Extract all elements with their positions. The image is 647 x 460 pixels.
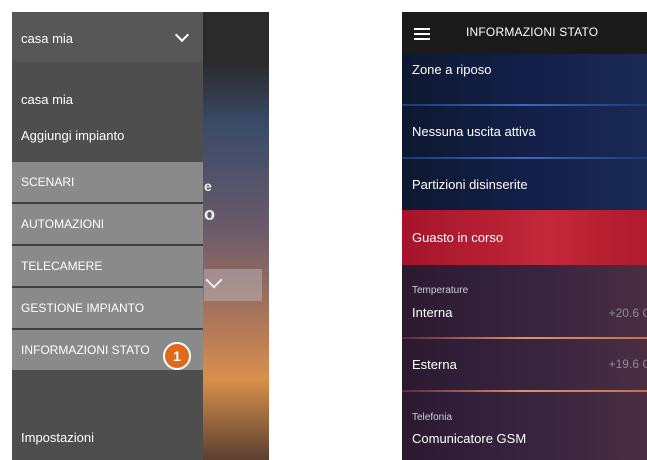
system-selector-label: casa mia xyxy=(21,31,74,46)
left-phone-screen: e o casa mia casa mia Aggiungi impianto … xyxy=(12,12,269,460)
temperature-row-external: Esterna +19.6 C xyxy=(402,339,647,390)
hamburger-menu-icon[interactable] xyxy=(414,28,430,40)
menu-item-scenari[interactable]: SCENARI xyxy=(12,162,203,202)
step-badge: 1 xyxy=(163,342,191,370)
status-row-zones: Zone a riposo xyxy=(402,54,647,104)
temperature-value: +19.6 C xyxy=(608,357,647,371)
background-text-fragment: e xyxy=(204,178,212,194)
status-text: Nessuna uscita attiva xyxy=(412,124,536,139)
temperature-value: +20.6 C xyxy=(608,306,647,320)
right-phone-screen: INFORMAZIONI STATO Zone a riposo Nessuna… xyxy=(402,12,647,460)
status-row-partitions: Partizioni disinserite xyxy=(402,159,647,210)
navigation-drawer: casa mia casa mia Aggiungi impianto SCEN… xyxy=(12,12,203,460)
status-row-outputs: Nessuna uscita attiva xyxy=(402,106,647,157)
system-selector[interactable]: casa mia xyxy=(12,12,203,62)
drawer-item-impostazioni[interactable]: Impostazioni xyxy=(21,430,94,445)
top-bar: INFORMAZIONI STATO xyxy=(402,12,647,54)
telephony-section: Telefonia Comunicatore GSM xyxy=(402,392,647,460)
drawer-item-add-system[interactable]: Aggiungi impianto xyxy=(21,128,124,143)
telephony-item: Comunicatore GSM xyxy=(412,431,527,446)
temperature-name: Esterna xyxy=(412,357,457,372)
temperature-name: Interna xyxy=(412,305,453,320)
status-text: Partizioni disinserite xyxy=(412,177,528,192)
menu-item-gestione-impianto[interactable]: GESTIONE IMPIANTO xyxy=(12,288,203,328)
menu-item-telecamere[interactable]: TELECAMERE xyxy=(12,246,203,286)
chevron-down-icon xyxy=(174,27,190,43)
section-label: Telefonia xyxy=(412,412,453,423)
drawer-item-casa-mia[interactable]: casa mia xyxy=(21,92,73,107)
background-text-fragment: o xyxy=(204,204,215,224)
status-row-fault: Guasto in corso xyxy=(402,210,647,265)
temperature-section: Temperature Interna +20.6 C xyxy=(402,265,647,337)
status-text: Zone a riposo xyxy=(412,62,492,77)
page-title: INFORMAZIONI STATO xyxy=(466,25,599,39)
section-label: Temperature xyxy=(412,285,469,296)
menu-item-automazioni[interactable]: AUTOMAZIONI xyxy=(12,204,203,244)
status-text: Guasto in corso xyxy=(412,230,504,245)
